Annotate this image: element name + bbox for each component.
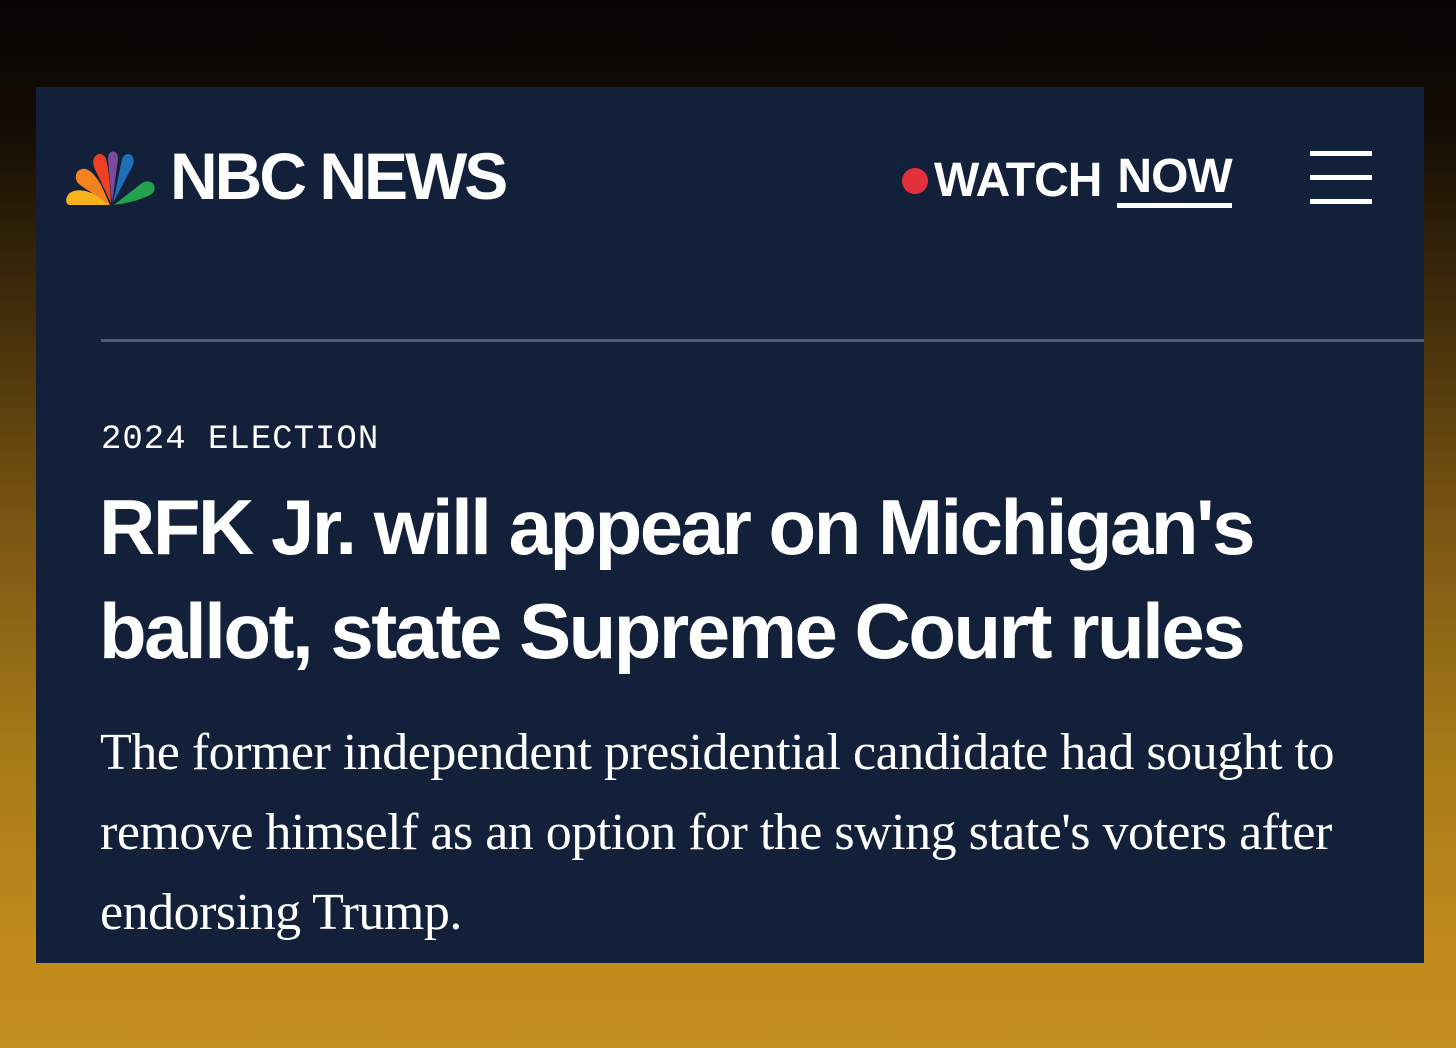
menu-bar [1310,199,1372,204]
header-divider [101,339,1424,342]
section-label[interactable]: 2024 ELECTION [101,423,379,457]
watch-now-label: NOW [1117,153,1233,208]
nbc-news-logo[interactable]: NBC NEWS [66,139,508,213]
site-header: NBC NEWS WATCH NOW [36,87,1424,267]
watch-now-button[interactable]: WATCH NOW [902,153,1233,208]
menu-bar [1310,151,1372,156]
article-dek: The former independent presidential cand… [100,724,1334,941]
watch-label: WATCH [934,153,1102,207]
menu-bar [1310,175,1372,180]
article-card: NBC NEWS WATCH NOW 2024 ELECTION RFK Jr.… [36,87,1424,963]
brand-name: NBC NEWS [170,139,508,213]
hamburger-menu-icon[interactable] [1310,151,1372,205]
live-dot-icon [902,167,928,194]
nbc-peacock-icon [66,151,155,205]
article-headline: RFK Jr. will appear on Michigan's ballot… [99,483,1255,675]
